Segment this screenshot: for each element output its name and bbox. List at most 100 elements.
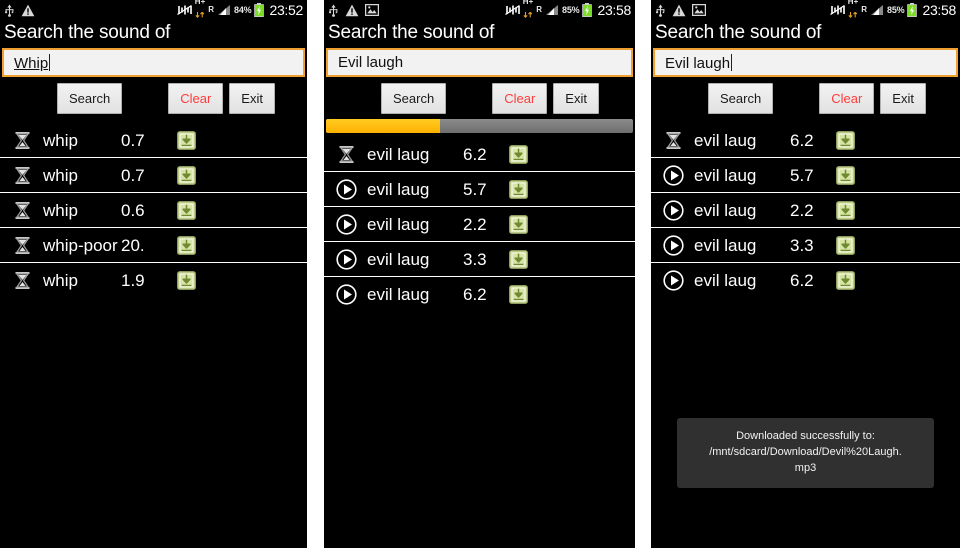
row-state-icon[interactable] — [332, 248, 360, 270]
row-state-icon[interactable] — [8, 166, 36, 185]
row-state-icon[interactable] — [8, 271, 36, 290]
download-icon[interactable] — [177, 165, 196, 185]
play-icon[interactable] — [662, 164, 684, 186]
row-sound-name: evil laug — [694, 271, 757, 290]
row-download-button[interactable] — [509, 179, 528, 199]
result-row[interactable]: evil laug 6.2 — [324, 277, 635, 312]
download-icon[interactable] — [509, 144, 528, 164]
row-state-icon[interactable] — [659, 131, 687, 150]
result-row[interactable]: evil laug 2.2 — [324, 207, 635, 242]
row-state-icon[interactable] — [8, 201, 36, 220]
hourglass-icon — [15, 236, 29, 254]
result-row[interactable]: evil laug 5.7 — [651, 158, 960, 193]
row-duration: 6.2 — [463, 144, 487, 164]
row-download-button[interactable] — [177, 235, 196, 255]
toast-line-3: mp3 — [794, 462, 817, 474]
play-icon[interactable] — [662, 270, 684, 291]
row-download-button[interactable] — [836, 200, 855, 220]
status-bar-right-icons: H+ R 85% 23:58 — [829, 0, 956, 23]
row-download-button[interactable] — [836, 235, 855, 255]
result-row[interactable]: evil laug 5.7 — [324, 172, 635, 207]
row-sound-name: evil laug — [367, 249, 430, 269]
download-icon[interactable] — [836, 165, 855, 185]
row-download-button[interactable] — [509, 249, 528, 269]
download-icon[interactable] — [836, 200, 855, 220]
row-sound-name: evil laug — [367, 179, 430, 199]
row-download-button[interactable] — [177, 200, 196, 220]
row-download-button[interactable] — [177, 271, 196, 290]
result-row[interactable]: evil laug 3.3 — [651, 228, 960, 263]
result-row[interactable]: whip 0.7 — [0, 158, 307, 193]
exit-button[interactable]: Exit — [553, 82, 599, 114]
row-download-button[interactable] — [509, 285, 528, 304]
row-download-button[interactable] — [177, 165, 196, 185]
row-sound-name: evil laug — [694, 235, 757, 255]
status-bar-left-icons — [655, 4, 706, 17]
clear-button[interactable]: Clear — [168, 82, 224, 114]
download-icon[interactable] — [177, 200, 196, 220]
play-icon[interactable] — [335, 284, 357, 305]
search-input[interactable]: Evil laugh — [326, 48, 633, 77]
play-icon[interactable] — [335, 248, 357, 270]
status-bar-left-icons — [4, 4, 35, 17]
row-sound-name: whip — [43, 165, 78, 185]
row-state-icon[interactable] — [8, 131, 36, 150]
page-title: Search the sound of — [655, 22, 822, 43]
result-row[interactable]: whip-poor 20. — [0, 228, 307, 263]
result-row[interactable]: evil laug 6.2 — [651, 123, 960, 158]
row-download-button[interactable] — [836, 130, 855, 150]
result-row[interactable]: whip 1.9 — [0, 263, 307, 298]
play-icon[interactable] — [335, 178, 357, 200]
download-icon[interactable] — [509, 179, 528, 199]
status-bar: H+ R 85% 23:58 — [324, 0, 635, 20]
download-icon[interactable] — [836, 235, 855, 255]
exit-button[interactable]: Exit — [880, 82, 926, 114]
row-download-button[interactable] — [177, 130, 196, 150]
clear-button[interactable]: Clear — [492, 82, 548, 114]
download-icon[interactable] — [509, 214, 528, 234]
row-duration: 2.2 — [790, 200, 814, 220]
action-button-row: Search Clear Exit — [324, 77, 635, 119]
row-download-button[interactable] — [509, 144, 528, 164]
play-icon[interactable] — [662, 199, 684, 221]
row-download-button[interactable] — [836, 165, 855, 185]
result-row[interactable]: evil laug 6.2 — [651, 263, 960, 298]
clock-label: 23:58 — [597, 2, 631, 18]
row-state-icon[interactable] — [332, 178, 360, 200]
row-state-icon[interactable] — [332, 145, 360, 164]
row-download-button[interactable] — [509, 214, 528, 234]
search-input[interactable]: Evil laugh — [653, 48, 958, 77]
search-button[interactable]: Search — [708, 82, 774, 114]
row-state-icon[interactable] — [332, 213, 360, 235]
row-state-icon[interactable] — [659, 164, 687, 186]
download-progress-bar — [326, 119, 633, 133]
download-icon[interactable] — [509, 285, 528, 304]
exit-button[interactable]: Exit — [229, 82, 275, 114]
download-icon[interactable] — [177, 130, 196, 150]
download-icon[interactable] — [836, 271, 855, 290]
download-icon[interactable] — [177, 235, 196, 255]
result-row[interactable]: evil laug 2.2 — [651, 193, 960, 228]
play-icon[interactable] — [662, 234, 684, 256]
download-icon[interactable] — [836, 130, 855, 150]
row-sound-name: evil laug — [694, 200, 757, 220]
result-row[interactable]: evil laug 3.3 — [324, 242, 635, 277]
row-state-icon[interactable] — [659, 270, 687, 291]
row-download-button[interactable] — [836, 271, 855, 290]
result-row[interactable]: whip 0.7 — [0, 123, 307, 158]
row-state-icon[interactable] — [659, 199, 687, 221]
row-state-icon[interactable] — [659, 234, 687, 256]
roaming-label: R — [861, 5, 868, 14]
download-progress-fill — [326, 119, 440, 133]
result-row[interactable]: evil laug 6.2 — [324, 137, 635, 172]
search-input[interactable]: Whip — [2, 48, 305, 77]
clear-button[interactable]: Clear — [819, 82, 875, 114]
download-icon[interactable] — [509, 249, 528, 269]
search-button[interactable]: Search — [57, 82, 123, 114]
play-icon[interactable] — [335, 213, 357, 235]
download-icon[interactable] — [177, 271, 196, 290]
result-row[interactable]: whip 0.6 — [0, 193, 307, 228]
row-state-icon[interactable] — [332, 284, 360, 305]
row-state-icon[interactable] — [8, 236, 36, 255]
search-button[interactable]: Search — [381, 82, 447, 114]
